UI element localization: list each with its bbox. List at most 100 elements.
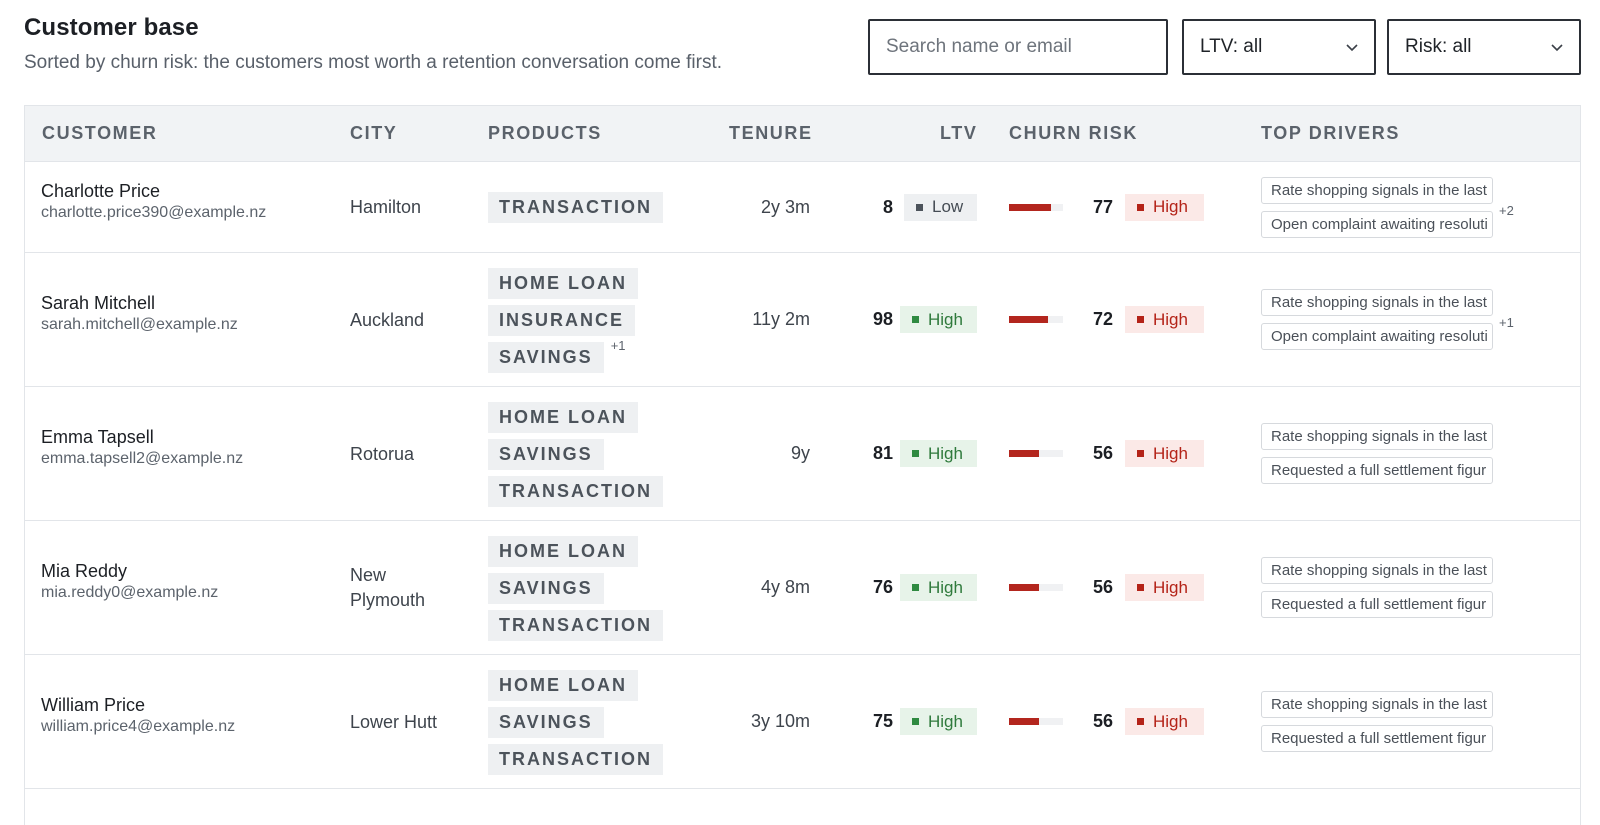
churn-risk-value: 56 [1092, 443, 1113, 463]
product-tag: SAVINGS [488, 438, 604, 470]
churn-risk-value: 56 [1092, 577, 1113, 597]
city-cell: Auckland [350, 309, 425, 330]
driver-chip[interactable]: Rate shopping signals in the last [1261, 557, 1493, 584]
risk-level-dot [1137, 718, 1144, 725]
drivers-cell: Rate shopping signals in the last Request… [1261, 557, 1493, 618]
column-header-tenure[interactable]: TENURE [729, 106, 813, 161]
page-header: Customer base Sorted by churn risk: the … [24, 14, 722, 74]
customer-cell: Sarah Mitchell sarah.mitchell@example.nz [41, 293, 238, 334]
driver-chip[interactable]: Rate shopping signals in the last [1261, 289, 1493, 316]
ltv-level: High [928, 443, 963, 463]
risk-level-dot [1137, 203, 1144, 211]
churn-risk-badge: High [1125, 193, 1204, 221]
driver-chip[interactable]: Open complaint awaiting resoluti [1261, 210, 1493, 238]
churn-risk-bar-fill [1009, 718, 1039, 725]
customer-email: sarah.mitchell@example.nz [41, 316, 238, 333]
ltv-filter-select[interactable]: LTV: all [1182, 19, 1376, 75]
product-tag: SAVINGS [488, 341, 604, 373]
column-header-city[interactable]: CITY [350, 106, 397, 161]
table-row[interactable]: Mia Reddy mia.reddy0@example.nz New Plym… [25, 521, 1580, 655]
ltv-level-dot [912, 316, 919, 323]
churn-risk-bar [1009, 203, 1063, 211]
churn-risk-bar [1009, 316, 1063, 323]
churn-risk-bar-fill [1009, 316, 1048, 323]
column-header-customer[interactable]: CUSTOMER [42, 106, 157, 161]
ltv-value: 98 [872, 309, 893, 329]
customer-name[interactable]: Emma Tapsell [41, 427, 243, 448]
product-tag: HOME LOAN [488, 535, 638, 567]
product-tag: HOME LOAN [488, 669, 638, 701]
product-tag: TRANSACTION [488, 743, 663, 775]
ltv-level-dot [912, 584, 919, 591]
table-row[interactable]: Emma Tapsell emma.tapsell2@example.nz Ro… [25, 387, 1580, 521]
table-row[interactable]: Sarah Mitchell sarah.mitchell@example.nz… [25, 253, 1580, 387]
risk-level: High [1153, 443, 1188, 463]
customer-name[interactable]: Mia Reddy [41, 561, 218, 582]
drivers-cell: Rate shopping signals in the last Open co… [1261, 176, 1514, 238]
products-cell: HOME LOAN SAVINGS TRANSACTION [488, 669, 663, 775]
driver-chip[interactable]: Requested a full settlement figur [1261, 591, 1493, 618]
ltv-value: 76 [872, 577, 893, 597]
table-row[interactable]: William Price william.price4@example.nz … [25, 655, 1580, 789]
column-header-top-drivers[interactable]: TOP DRIVERS [1261, 106, 1400, 161]
ltv-level: High [928, 711, 963, 731]
customer-name[interactable]: Charlotte Price [41, 181, 266, 202]
column-header-ltv[interactable]: LTV [940, 106, 977, 161]
driver-chip[interactable]: Requested a full settlement figur [1261, 457, 1493, 484]
churn-risk-badge: High [1125, 574, 1204, 601]
city-cell: Rotorua [350, 443, 415, 464]
driver-chip[interactable]: Rate shopping signals in the last [1261, 423, 1493, 450]
customer-name[interactable]: William Price [41, 695, 235, 716]
risk-filter-select[interactable]: Risk: all [1387, 19, 1581, 75]
churn-risk-bar [1009, 450, 1063, 457]
product-tag: SAVINGS [488, 572, 604, 604]
risk-level: High [1153, 711, 1188, 731]
city-cell: New Plymouth [350, 565, 426, 610]
page-subtitle: Sorted by churn risk: the customers most… [24, 52, 723, 73]
churn-risk-badge: High [1125, 306, 1204, 333]
ltv-badge: High [900, 306, 977, 333]
products-cell: HOME LOAN SAVINGS TRANSACTION [488, 535, 663, 641]
table-row[interactable]: Charlotte Price charlotte.price390@examp… [25, 162, 1580, 253]
ltv-level-dot [912, 450, 919, 457]
ltv-level: High [928, 577, 963, 597]
product-tag: TRANSACTION [488, 192, 663, 223]
driver-chip[interactable]: Open complaint awaiting resoluti [1261, 323, 1493, 350]
driver-chip[interactable]: Rate shopping signals in the last [1261, 176, 1493, 204]
product-tag: INSURANCE [488, 304, 636, 336]
churn-risk-bar-fill [1009, 203, 1051, 211]
driver-chip[interactable]: Requested a full settlement figur [1261, 725, 1493, 752]
risk-level-dot [1137, 450, 1144, 457]
products-more-count[interactable]: +1 [611, 338, 626, 353]
ltv-level: High [928, 309, 963, 329]
city-cell: Lower Hutt [350, 711, 438, 732]
ltv-badge: Low [904, 193, 977, 221]
drivers-cell: Rate shopping signals in the last Request… [1261, 691, 1493, 752]
risk-level-dot [1137, 316, 1144, 323]
churn-risk-value: 56 [1092, 711, 1113, 731]
customer-table: CUSTOMER CITY PRODUCTS TENURE LTV CHURN … [24, 105, 1581, 825]
column-header-products[interactable]: PRODUCTS [488, 106, 602, 161]
customer-name[interactable]: Sarah Mitchell [41, 293, 238, 314]
churn-risk-bar [1009, 718, 1063, 725]
drivers-cell: Rate shopping signals in the last Open co… [1261, 289, 1514, 350]
tenure-cell: 9y [790, 443, 810, 463]
tenure-cell: 4y 8m [760, 577, 810, 597]
search-input[interactable] [868, 19, 1168, 75]
churn-risk-bar-fill [1009, 450, 1039, 457]
drivers-more-count[interactable]: +1 [1499, 315, 1514, 330]
ltv-badge: High [900, 574, 977, 601]
ltv-value: 8 [882, 196, 893, 217]
customer-email: charlotte.price390@example.nz [41, 203, 267, 221]
risk-filter-value: Risk: all [1405, 36, 1472, 57]
customer-cell: Mia Reddy mia.reddy0@example.nz [41, 561, 218, 602]
products-cell: HOME LOAN SAVINGS TRANSACTION [488, 401, 663, 507]
driver-chip[interactable]: Rate shopping signals in the last [1261, 691, 1493, 718]
drivers-more-count[interactable]: +2 [1499, 203, 1514, 218]
ltv-value: 75 [872, 711, 893, 731]
ltv-level-dot [912, 718, 919, 725]
churn-risk-value: 72 [1092, 309, 1113, 329]
column-header-churn-risk[interactable]: CHURN RISK [1009, 106, 1138, 161]
chevron-down-icon [1551, 44, 1563, 52]
customer-cell: Emma Tapsell emma.tapsell2@example.nz [41, 427, 243, 468]
